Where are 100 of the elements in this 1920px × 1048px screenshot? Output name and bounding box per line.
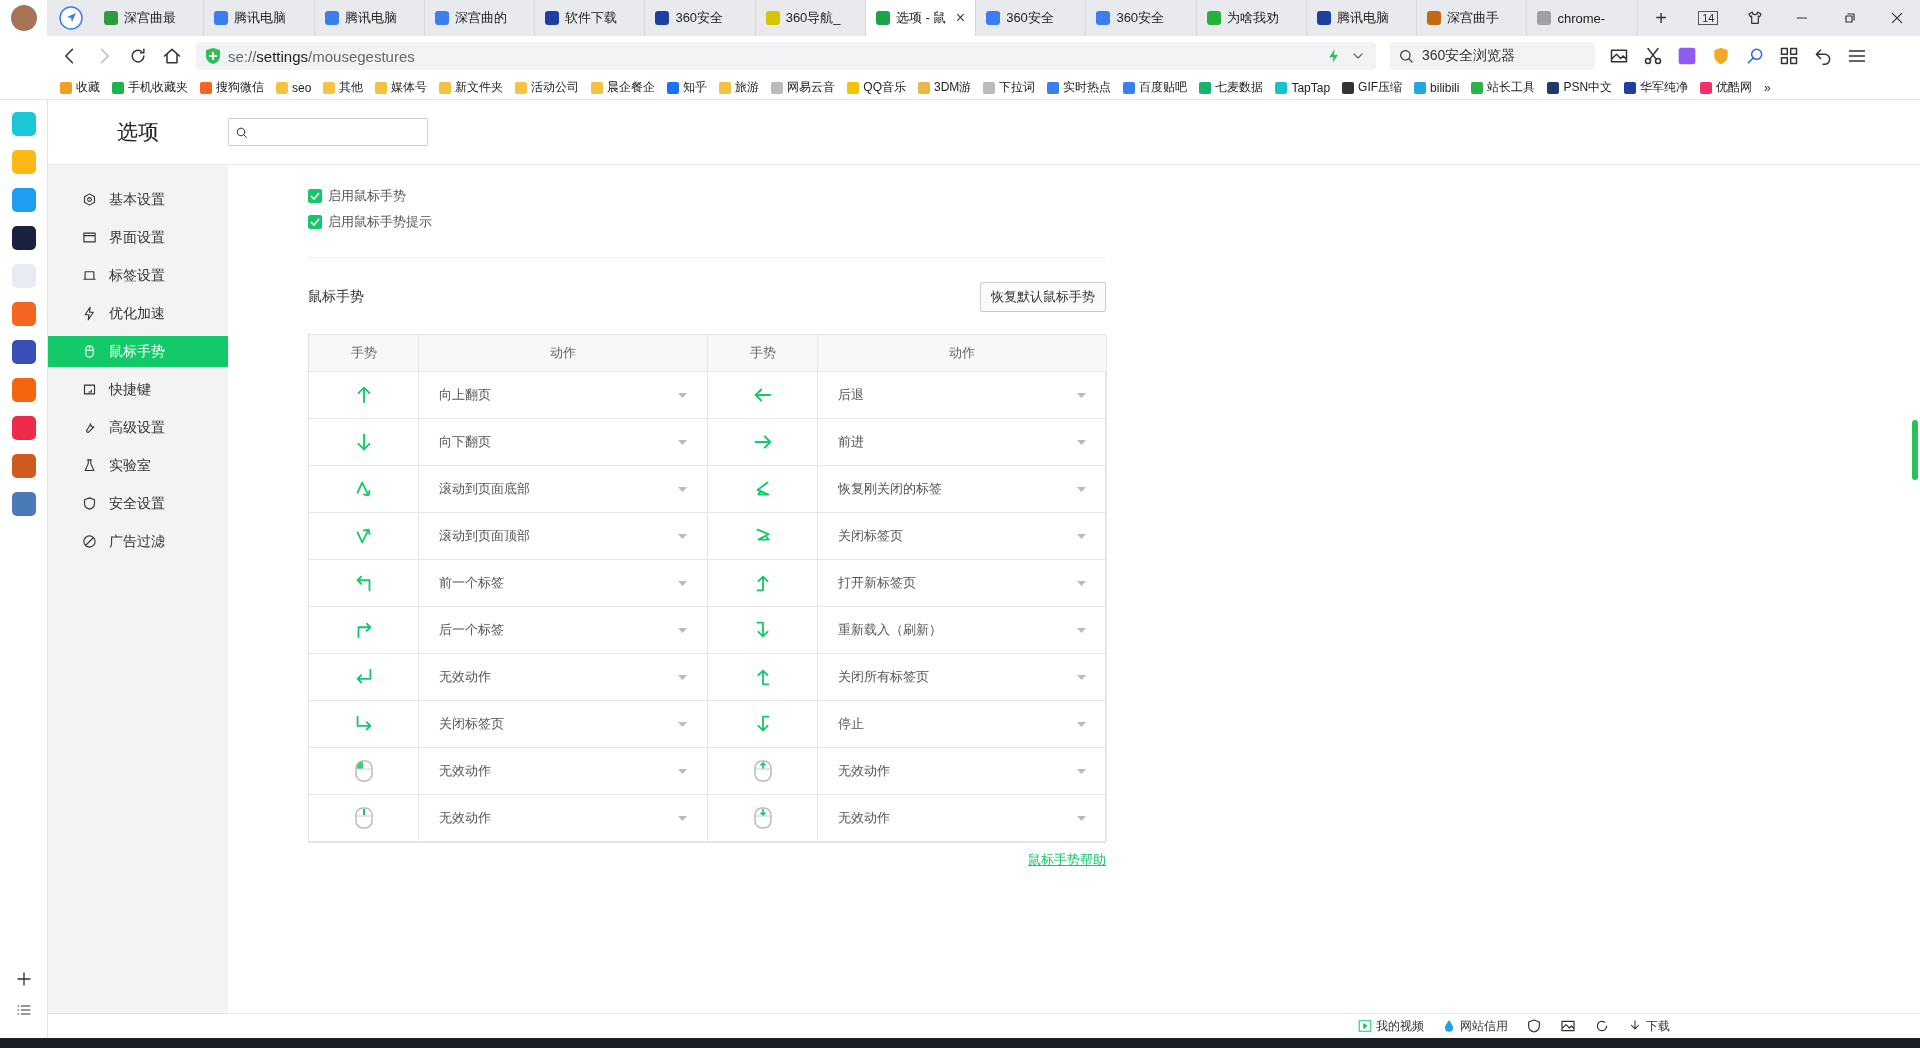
action-dropdown[interactable]: 前进 — [818, 419, 1107, 466]
tab-icon — [82, 268, 97, 283]
search-icon[interactable] — [1745, 46, 1765, 66]
scissors-icon[interactable] — [1643, 46, 1663, 66]
shirt-icon[interactable] — [1747, 10, 1764, 26]
action-dropdown[interactable]: 向上翻页 — [419, 372, 708, 419]
sidebar-item[interactable]: 快捷键 — [48, 374, 228, 405]
caret-icon — [1077, 392, 1086, 398]
lightning-icon — [82, 306, 97, 321]
videos-button[interactable]: 我的视频 — [1358, 1017, 1424, 1035]
action-dropdown[interactable]: 向下翻页 — [419, 419, 708, 466]
image-icon[interactable] — [1609, 46, 1629, 66]
download-button[interactable]: 下载 — [1628, 1017, 1670, 1035]
action-dropdown[interactable]: 停止 — [818, 701, 1107, 748]
bookmark[interactable]: 搜狗微信 — [200, 79, 264, 96]
bookmark[interactable]: seo — [276, 80, 312, 95]
bookmark[interactable]: 活动公司 — [515, 79, 580, 96]
bookmark[interactable]: 百度贴吧 — [1123, 79, 1188, 96]
search-icon — [1398, 48, 1414, 64]
action-dropdown[interactable]: 滚动到页面底部 — [419, 466, 708, 513]
home-icon[interactable] — [162, 46, 182, 66]
refresh-icon[interactable] — [1594, 1018, 1610, 1034]
bookmark[interactable]: bilibili — [1414, 80, 1460, 95]
app-icon[interactable] — [11, 340, 36, 364]
bookmark[interactable]: 知乎 — [667, 79, 708, 96]
address-bar[interactable]: se://settings/mousegestures — [196, 42, 1376, 70]
bookmark[interactable]: PSN中文 — [1547, 79, 1613, 96]
undo-icon[interactable] — [1813, 46, 1833, 66]
action-dropdown[interactable]: 重新载入（刷新） — [818, 607, 1107, 654]
list-icon[interactable] — [15, 1002, 32, 1018]
action-dropdown[interactable]: 关闭所有标签页 — [818, 654, 1107, 701]
credit-button[interactable]: 网站信用 — [1442, 1017, 1508, 1035]
search-field[interactable]: 360安全浏览器 — [1390, 42, 1595, 70]
bookmark[interactable]: 七麦数据 — [1199, 79, 1264, 96]
bookmark[interactable]: QQ音乐 — [847, 79, 907, 96]
app-icon[interactable] — [11, 226, 36, 250]
checkbox[interactable] — [308, 215, 322, 229]
action-dropdown[interactable]: 无效动作 — [818, 748, 1107, 795]
bookmark[interactable]: 优酷网 — [1700, 79, 1753, 96]
grid-icon[interactable] — [1779, 46, 1799, 66]
reload-icon[interactable] — [128, 46, 148, 66]
action-dropdown[interactable]: 后退 — [818, 372, 1107, 419]
bookmark[interactable]: GIF压缩 — [1342, 79, 1403, 96]
add-icon[interactable] — [14, 970, 33, 988]
caret-icon — [1077, 533, 1086, 539]
sidebar-item[interactable]: 高级设置 — [48, 412, 228, 443]
sidebar-item[interactable]: 界面设置 — [48, 222, 228, 253]
checkbox[interactable] — [308, 189, 322, 203]
more-bookmarks-button[interactable]: » — [1764, 80, 1771, 95]
bookmark[interactable]: 旅游 — [719, 79, 760, 96]
scrollbar-thumb[interactable] — [1912, 420, 1918, 480]
bookmark[interactable]: 收藏 — [60, 79, 100, 96]
navigation-icon[interactable] — [58, 6, 83, 30]
bookmark[interactable]: 媒体号 — [375, 79, 428, 96]
shield-icon[interactable] — [1526, 1018, 1542, 1034]
url-text: se://settings/mousegestures — [228, 47, 416, 65]
bookmark[interactable]: 手机收藏夹 — [112, 79, 188, 96]
column-header: 动作 — [818, 335, 1107, 372]
bookmark[interactable]: 其他 — [323, 79, 364, 96]
sidebar-item[interactable]: 实验室 — [48, 450, 228, 481]
settings-search-field[interactable] — [228, 118, 428, 146]
new-tab-button[interactable]: + — [1637, 0, 1685, 36]
mouse-icon — [353, 807, 374, 829]
tab-count[interactable]: 14 — [1698, 11, 1719, 25]
bookmark[interactable]: 晨企餐企 — [591, 79, 656, 96]
action-dropdown[interactable]: 后一个标签 — [419, 607, 708, 654]
caret-icon — [1077, 721, 1086, 727]
action-dropdown[interactable]: 无效动作 — [818, 795, 1107, 842]
caret-icon — [678, 721, 687, 727]
sidebar-item[interactable]: 广告过滤 — [48, 526, 228, 557]
bookmark[interactable]: 实时热点 — [1047, 79, 1112, 96]
action-dropdown[interactable]: 关闭标签页 — [419, 701, 708, 748]
action-dropdown[interactable]: 前一个标签 — [419, 560, 708, 607]
action-dropdown[interactable]: 无效动作 — [419, 795, 708, 842]
action-dropdown[interactable]: 打开新标签页 — [818, 560, 1107, 607]
bookmark[interactable]: 3DM游 — [918, 79, 972, 96]
caret-icon — [678, 815, 687, 821]
sidebar-item[interactable]: 优化加速 — [48, 298, 228, 329]
browser-tab[interactable]: 选项 - 鼠 × — [865, 0, 977, 36]
sidebar-item[interactable]: 基本设置 — [48, 184, 228, 215]
mouse-icon — [353, 760, 374, 782]
close-tab-button[interactable]: × — [955, 9, 966, 27]
caret-icon — [678, 439, 687, 445]
action-dropdown[interactable]: 滚动到页面顶部 — [419, 513, 708, 560]
sidebar-item[interactable]: 安全设置 — [48, 488, 228, 519]
bookmark[interactable]: TapTap — [1275, 80, 1331, 95]
action-dropdown[interactable]: 关闭标签页 — [818, 513, 1107, 560]
action-dropdown[interactable]: 无效动作 — [419, 748, 708, 795]
bookmark[interactable]: 网易云音 — [771, 79, 836, 96]
bookmark[interactable]: 下拉词 — [983, 79, 1036, 96]
bookmark[interactable]: 华军纯净 — [1624, 79, 1689, 96]
action-dropdown[interactable]: 无效动作 — [419, 654, 708, 701]
reset-button[interactable]: 恢复默认鼠标手势 — [980, 282, 1106, 312]
bookmark[interactable]: 站长工具 — [1471, 79, 1536, 96]
sidebar-item[interactable]: 标签设置 — [48, 260, 228, 291]
shield-icon — [82, 496, 97, 511]
image-icon[interactable] — [1560, 1018, 1576, 1034]
action-dropdown[interactable]: 恢复刚关闭的标签 — [818, 466, 1107, 513]
checkbox-label: 启用鼠标手势提示 — [328, 213, 432, 231]
bookmark[interactable]: 新文件夹 — [439, 79, 504, 96]
